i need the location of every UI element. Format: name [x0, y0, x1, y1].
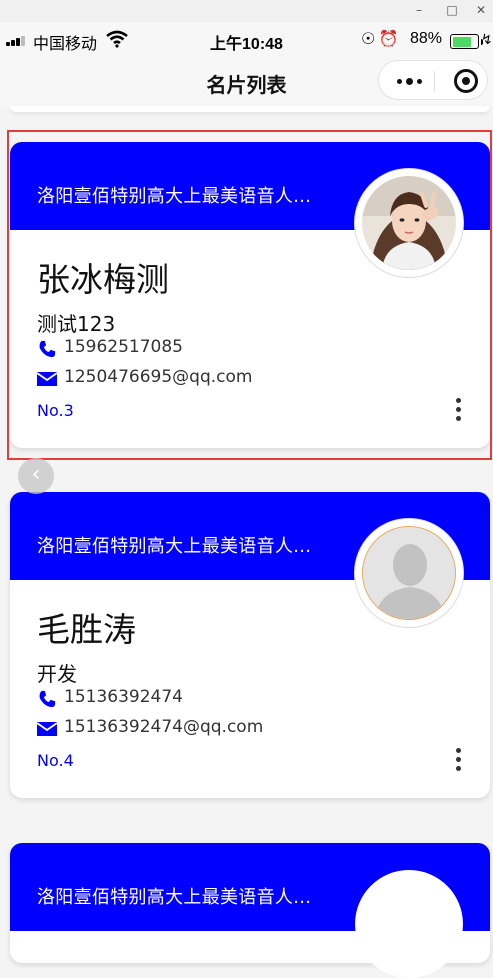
mini-program-capsule [378, 60, 488, 100]
minimize-icon[interactable]: – [411, 2, 427, 18]
email-icon [37, 372, 57, 386]
carrier-label: 中国移动 [33, 36, 98, 53]
charging-icon: ↯ [481, 31, 493, 47]
wifi-icon [106, 30, 128, 48]
business-card[interactable]: 洛阳壹佰特别高大上最美语音人... [10, 843, 490, 978]
avatar [355, 169, 463, 277]
business-card[interactable]: 洛阳壹佰特别高大上最美语音人... 张冰梅测 测试123 15962517085 [10, 142, 490, 448]
company-name: 洛阳壹佰特别高大上最美语音人... [37, 887, 312, 908]
window-title-bar: – □ ✕ [0, 0, 493, 22]
chevron-left-icon: ‹ [31, 462, 41, 487]
back-button[interactable]: ‹ [18, 458, 54, 494]
email-icon [37, 722, 57, 736]
phone-number: 15136392474 [64, 687, 183, 707]
company-name: 洛阳壹佰特别高大上最美语音人... [37, 186, 312, 207]
previous-card-edge [10, 106, 490, 112]
business-card[interactable]: 洛阳壹佰特别高大上最美语音人... 毛胜涛 开发 15136392474 151… [10, 492, 490, 798]
company-name: 洛阳壹佰特别高大上最美语音人... [37, 536, 312, 557]
maximize-icon[interactable]: □ [444, 2, 460, 18]
phone-number: 15962517085 [64, 337, 183, 357]
signal-icon [6, 35, 28, 46]
more-options-icon[interactable] [397, 71, 427, 91]
card-number: No.4 [37, 751, 74, 770]
card-number: No.3 [37, 401, 74, 420]
phone-icon [39, 690, 56, 708]
blank-avatar [355, 870, 463, 978]
phone-icon [39, 340, 56, 358]
job-title: 开发 [37, 662, 77, 686]
email-address: 15136392474@qq.com [64, 717, 264, 737]
contact-name: 毛胜涛 [37, 610, 136, 649]
alarm-icon: ☉ ⏰ [361, 31, 399, 48]
capsule-divider [434, 71, 435, 91]
email-address: 1250476695@qq.com [64, 367, 253, 387]
more-vertical-icon[interactable] [454, 748, 464, 776]
more-vertical-icon[interactable] [454, 398, 464, 426]
avatar [355, 519, 463, 627]
battery-percent: 88% [410, 30, 443, 47]
placeholder-person-avatar [362, 526, 456, 620]
close-icon[interactable]: ✕ [473, 2, 489, 18]
job-title: 测试123 [37, 312, 116, 336]
contact-name: 张冰梅测 [37, 260, 169, 299]
navigation-bar: 名片列表 [0, 56, 493, 106]
close-mini-program-icon[interactable] [454, 69, 478, 93]
status-bar: 中国移动 上午10:48 ☉ ⏰ 88% ↯ [0, 22, 493, 56]
photo-avatar [362, 176, 456, 270]
battery-icon [450, 34, 483, 49]
